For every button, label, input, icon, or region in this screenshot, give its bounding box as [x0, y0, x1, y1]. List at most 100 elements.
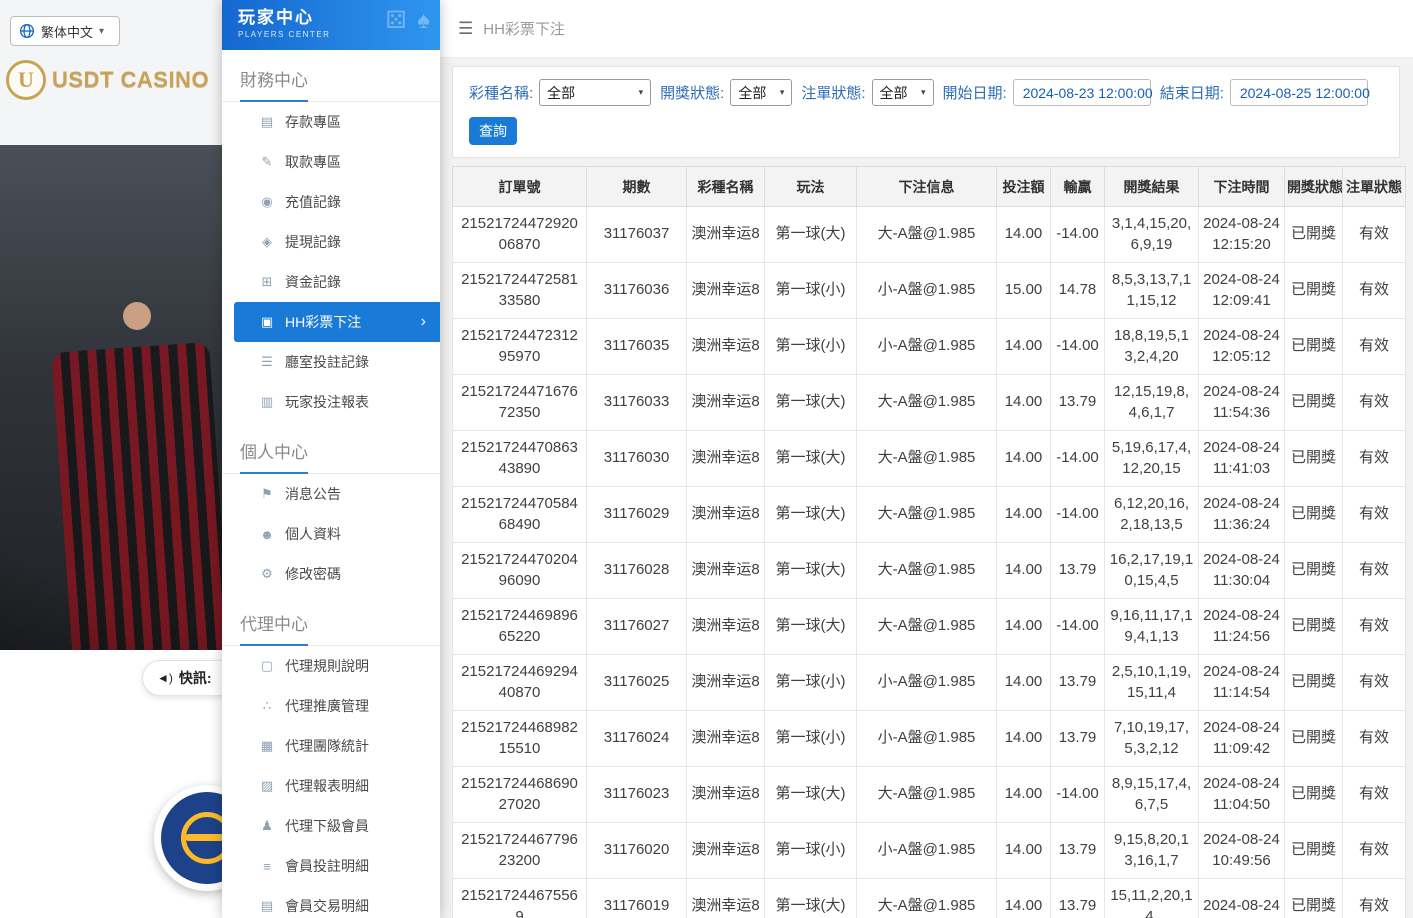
table-row[interactable]: 2152172447058468490 31176029 澳洲幸运8 第一球(大…: [453, 487, 1406, 543]
period-cell: 31176029: [587, 487, 687, 543]
sidebar-item-recharge-records[interactable]: ◉ 充值記錄: [222, 182, 440, 222]
period-cell: 31176027: [587, 599, 687, 655]
bet-time-cell: 2024-08-24 11:04:50: [1199, 767, 1285, 823]
sidebar-item-agent-rules[interactable]: ▢ 代理規則說明: [222, 646, 440, 686]
sidebar-item-agent-team-stats[interactable]: ▦ 代理團隊統計: [222, 726, 440, 766]
table-row[interactable]: 2152172447231295970 31176035 澳洲幸运8 第一球(小…: [453, 319, 1406, 375]
draw-result-cell: 12,15,19,8,4,6,1,7: [1105, 375, 1199, 431]
bet-status-cell: 有效: [1343, 319, 1406, 375]
order-number-cell: 2152172447086343890: [453, 431, 587, 487]
bet-amount-cell: 14.00: [997, 599, 1051, 655]
sidebar-item-agent-promotion[interactable]: ∴ 代理推廣管理: [222, 686, 440, 726]
sidebar-item-member-transactions[interactable]: ▤ 會員交易明細: [222, 886, 440, 918]
sidebar-section-agent: 代理中心 ▢ 代理規則說明 ∴ 代理推廣管理: [222, 594, 440, 918]
announcements-icon: ⚑: [256, 486, 278, 502]
table-row[interactable]: 2152172447167672350 31176033 澳洲幸运8 第一球(大…: [453, 375, 1406, 431]
language-selector[interactable]: 繁体中文 ▾: [10, 16, 120, 46]
sidebar-item-member-bet-details[interactable]: ≡ 會員投註明細: [222, 846, 440, 886]
sidebar-item-room-bet-records[interactable]: ☰ 廳室投註記錄: [222, 342, 440, 382]
win-loss-cell: 13.79: [1051, 711, 1105, 767]
bet-info-cell: 大-A盤@1.985: [857, 487, 997, 543]
search-button[interactable]: 查詢: [469, 117, 517, 145]
sidebar-item-change-password[interactable]: ⚙ 修改密碼: [222, 554, 440, 594]
table-row[interactable]: 2152172446929440870 31176025 澳洲幸运8 第一球(小…: [453, 655, 1406, 711]
main-content: ☰ HH彩票下注 彩種名稱: 全部 ▾ 開獎狀態: 全部 ▾: [440, 0, 1413, 918]
menu-toggle-icon[interactable]: ☰: [458, 19, 473, 39]
lottery-name-cell: 澳洲幸运8: [687, 207, 765, 263]
lottery-name-cell: 澳洲幸运8: [687, 263, 765, 319]
bet-status-cell: 有效: [1343, 487, 1406, 543]
sidebar-item-agent-sub-members[interactable]: ♟ 代理下級會員: [222, 806, 440, 846]
sidebar-item-announcements[interactable]: ⚑ 消息公告: [222, 474, 440, 514]
column-header: 期數: [587, 167, 687, 207]
table-row[interactable]: 2152172446869027020 31176023 澳洲幸运8 第一球(大…: [453, 767, 1406, 823]
lottery-name-cell: 澳洲幸运8: [687, 599, 765, 655]
table-row[interactable]: 2152172446989665220 31176027 澳洲幸运8 第一球(大…: [453, 599, 1406, 655]
bet-status-select[interactable]: 全部 ▾: [872, 79, 934, 106]
sidebar-item-label: 代理規則說明: [285, 656, 369, 676]
period-cell: 31176035: [587, 319, 687, 375]
news-ticker[interactable]: ◄) 快訊:: [142, 660, 222, 696]
end-date-input[interactable]: 2024-08-25 12:00:00: [1230, 79, 1368, 106]
draw-status-cell: 已開獎: [1285, 711, 1343, 767]
start-date-label: 開始日期:: [943, 82, 1007, 103]
lottery-name-select[interactable]: 全部 ▾: [539, 79, 651, 106]
column-header: 玩法: [765, 167, 857, 207]
bet-amount-cell: 14.00: [997, 375, 1051, 431]
play-type-cell: 第一球(小): [765, 319, 857, 375]
sidebar-item-deposit-zone[interactable]: ▤ 存款專區: [222, 102, 440, 142]
draw-result-cell: 9,15,8,20,13,16,1,7: [1105, 823, 1199, 879]
table-row[interactable]: 2152172446898215510 31176024 澳洲幸运8 第一球(小…: [453, 711, 1406, 767]
chevron-down-icon: ▾: [780, 87, 785, 98]
start-date-input[interactable]: 2024-08-23 12:00:00: [1013, 79, 1151, 106]
bet-amount-cell: 14.00: [997, 543, 1051, 599]
column-header: 彩種名稱: [687, 167, 765, 207]
table-row[interactable]: 215217244675569 31176019 澳洲幸运8 第一球(大) 大-…: [453, 879, 1406, 918]
bet-status-cell: 有效: [1343, 543, 1406, 599]
draw-status-select[interactable]: 全部 ▾: [730, 79, 792, 106]
win-loss-cell: 13.79: [1051, 655, 1105, 711]
table-row[interactable]: 2152172447292006870 31176037 澳洲幸运8 第一球(大…: [453, 207, 1406, 263]
draw-result-cell: 16,2,17,19,10,15,4,5: [1105, 543, 1199, 599]
sidebar-item-hh-lottery-bets[interactable]: ▣ HH彩票下注 ›: [234, 302, 440, 342]
play-type-cell: 第一球(大): [765, 599, 857, 655]
agent-team-stats-icon: ▦: [256, 738, 278, 754]
bet-info-cell: 小-A盤@1.985: [857, 319, 997, 375]
bet-status-cell: 有效: [1343, 207, 1406, 263]
lottery-name-cell: 澳洲幸运8: [687, 319, 765, 375]
section-title-agent: 代理中心: [240, 610, 308, 646]
panel-header: 玩家中心 PLAYERS CENTER ⚄ ♠: [222, 0, 440, 50]
play-type-cell: 第一球(大): [765, 879, 857, 918]
change-password-icon: ⚙: [256, 566, 278, 582]
withdraw-zone-icon: ✎: [256, 154, 278, 170]
win-loss-cell: -14.00: [1051, 599, 1105, 655]
section-title-finance: 財務中心: [240, 66, 308, 102]
draw-status-cell: 已開獎: [1285, 263, 1343, 319]
sidebar-item-label: 會員投註明細: [285, 856, 369, 876]
sidebar-item-agent-report-details[interactable]: ▨ 代理報表明細: [222, 766, 440, 806]
bet-amount-cell: 14.00: [997, 655, 1051, 711]
bet-status-cell: 有效: [1343, 263, 1406, 319]
bet-status-cell: 有效: [1343, 431, 1406, 487]
sidebar-menu: 財務中心 ▤ 存款專區 ✎ 取款專區: [222, 50, 440, 918]
table-row[interactable]: 2152172447020496090 31176028 澳洲幸运8 第一球(大…: [453, 543, 1406, 599]
sidebar-item-withdrawal-records[interactable]: ◈ 提現記錄: [222, 222, 440, 262]
draw-status-cell: 已開獎: [1285, 767, 1343, 823]
order-number-cell: 2152172447231295970: [453, 319, 587, 375]
sidebar-item-player-bet-report[interactable]: ▥ 玩家投注報表: [222, 382, 440, 422]
sidebar-item-funds-records[interactable]: ⊞ 資金記錄: [222, 262, 440, 302]
bet-time-cell: 2024-08-24 11:54:36: [1199, 375, 1285, 431]
order-number-cell: 2152172446869027020: [453, 767, 587, 823]
sidebar-item-profile[interactable]: ☻ 個人資料: [222, 514, 440, 554]
table-row[interactable]: 2152172446779623200 31176020 澳洲幸运8 第一球(小…: [453, 823, 1406, 879]
brand-badge: U: [6, 60, 46, 100]
win-loss-cell: 13.79: [1051, 375, 1105, 431]
bet-info-cell: 大-A盤@1.985: [857, 207, 997, 263]
sidebar-item-withdraw-zone[interactable]: ✎ 取款專區: [222, 142, 440, 182]
brand-logo[interactable]: U USDT CASINO: [6, 60, 209, 100]
table-row[interactable]: 2152172447258133580 31176036 澳洲幸运8 第一球(小…: [453, 263, 1406, 319]
table-row[interactable]: 2152172447086343890 31176030 澳洲幸运8 第一球(大…: [453, 431, 1406, 487]
bet-time-cell: 2024-08-24 10:49:56: [1199, 823, 1285, 879]
chevron-down-icon: ▾: [99, 26, 104, 37]
sidebar-item-label: 消息公告: [285, 484, 341, 504]
